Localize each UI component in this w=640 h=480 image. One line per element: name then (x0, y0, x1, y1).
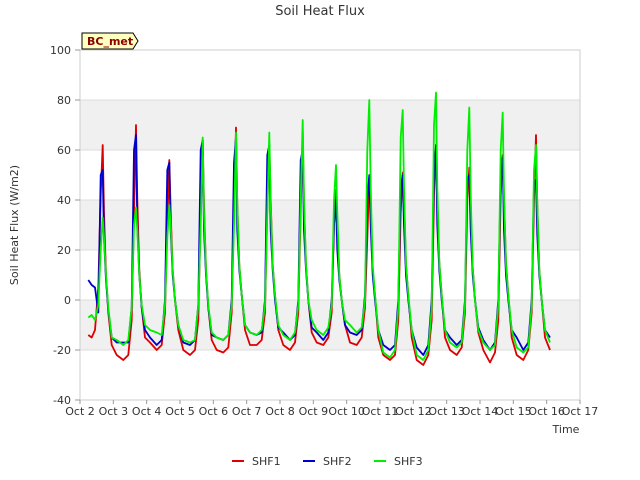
y-tick-label: 100 (50, 44, 71, 57)
y-tick-label: 20 (57, 244, 71, 257)
chart-title: Soil Heat Flux (275, 4, 365, 19)
y-tick-label: 40 (57, 194, 71, 207)
x-tick-label: Oct 10 (328, 405, 365, 418)
y-tick-labels: -40-20020406080100 (50, 44, 80, 407)
legend-label-shf3: SHF3 (394, 455, 423, 468)
x-axis-label: Time (552, 423, 580, 436)
x-tick-label: Oct 9 (299, 405, 329, 418)
x-tick-label: Oct 15 (495, 405, 532, 418)
x-tick-label: Oct 5 (165, 405, 195, 418)
x-tick-label: Oct 3 (99, 405, 129, 418)
x-tick-label: Oct 4 (132, 405, 162, 418)
x-tick-label: Oct 14 (462, 405, 499, 418)
y-axis-label: Soil Heat Flux (W/m2) (8, 165, 21, 285)
station-badge-label: BC_met (87, 35, 133, 48)
x-tick-label: Oct 16 (528, 405, 565, 418)
background-band (80, 100, 580, 150)
y-tick-label: -20 (53, 344, 71, 357)
x-tick-label: Oct 2 (65, 405, 95, 418)
x-tick-label: Oct 6 (199, 405, 229, 418)
station-badge: BC_met (81, 32, 139, 50)
soil-heat-flux-chart: -40-20020406080100 Oct 2 Oct 3 Oct 4 Oct 5O… (8, 4, 598, 468)
x-tick-label: Oct 13 (428, 405, 465, 418)
legend: SHF1 SHF2 SHF3 (232, 455, 423, 468)
x-tick-label: Oct 17 (562, 405, 599, 418)
y-tick-label: 0 (64, 294, 71, 307)
x-tick-labels: Oct 2 Oct 3 Oct 4 Oct 5 Oct 6 Oct 7 Oct 8 Oct 9… (65, 400, 598, 418)
y-tick-label: 60 (57, 144, 71, 157)
legend-label-shf1: SHF1 (252, 455, 281, 468)
x-tick-label: Oct 7 (232, 405, 262, 418)
x-tick-label: Oct 8 (265, 405, 295, 418)
legend-label-shf2: SHF2 (323, 455, 352, 468)
x-tick-label: Oct 11 (362, 405, 399, 418)
x-tick-label: Oct 12 (395, 405, 432, 418)
y-tick-label: 80 (57, 94, 71, 107)
